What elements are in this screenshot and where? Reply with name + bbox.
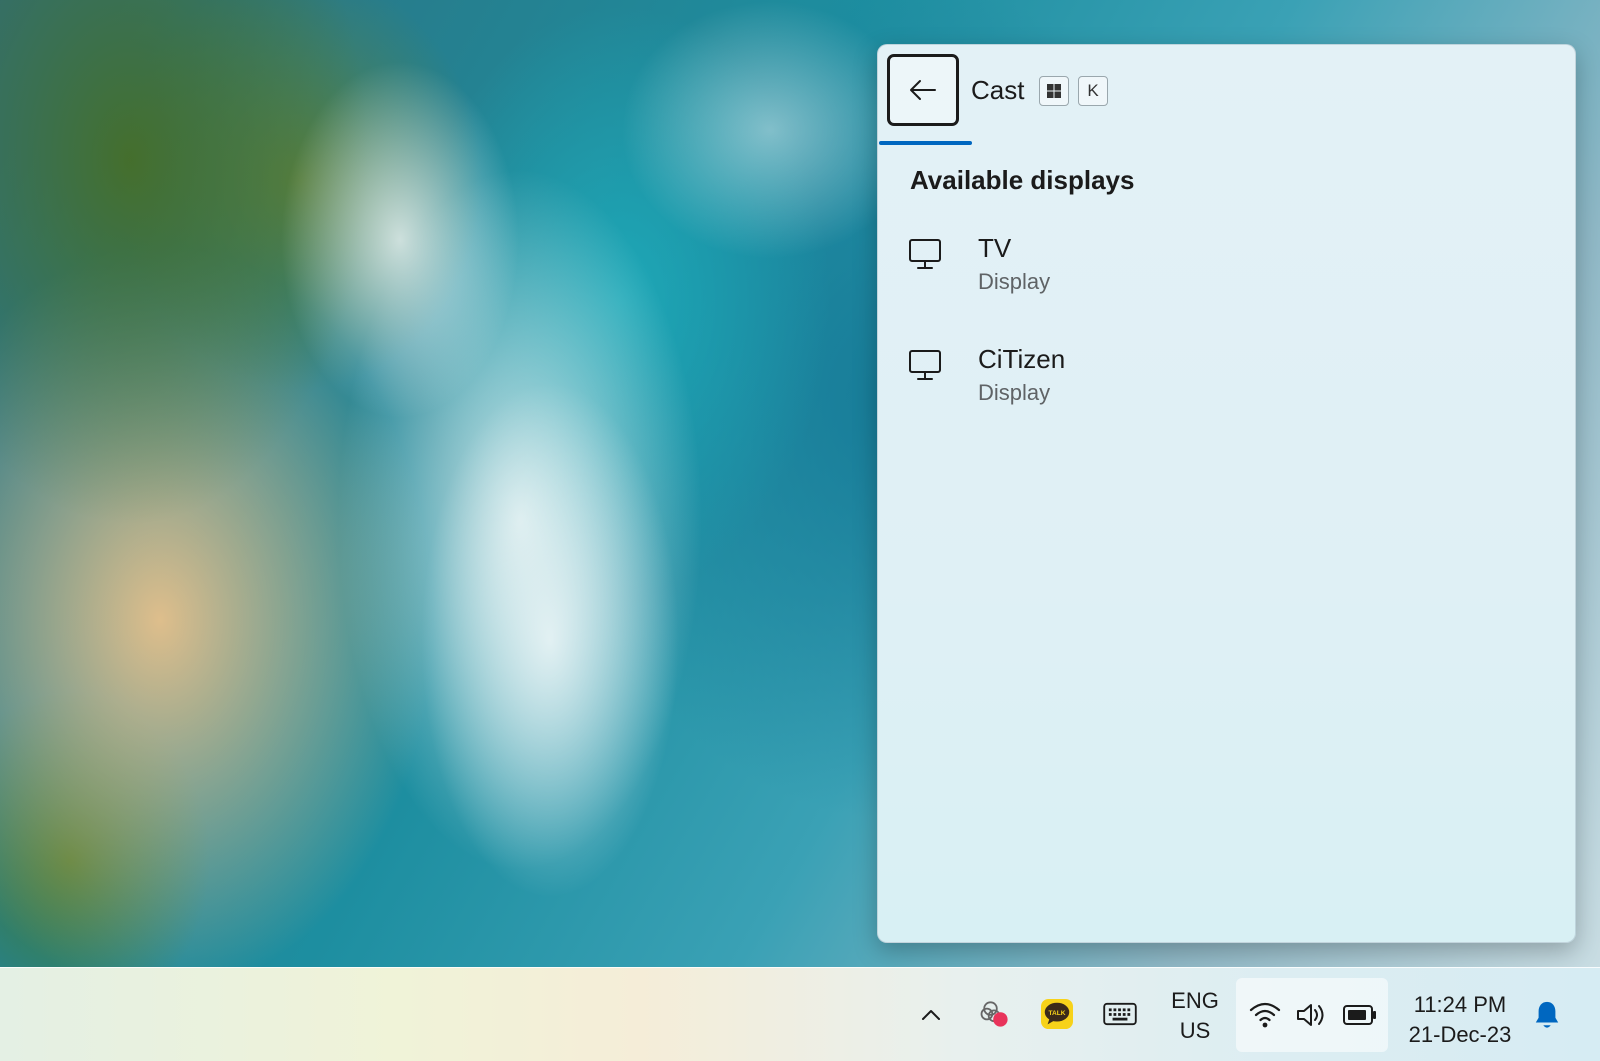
input-language-button[interactable]: ENG US	[1160, 988, 1230, 1044]
monitor-icon	[909, 239, 941, 269]
device-item-citizen[interactable]: CiTizen Display	[908, 344, 1548, 436]
notification-center-button[interactable]	[1530, 996, 1564, 1034]
tray-app-button[interactable]	[975, 994, 1015, 1034]
language-region: US	[1179, 1018, 1211, 1043]
notification-bell-icon	[1535, 1001, 1559, 1028]
k-key: K	[1078, 76, 1108, 106]
wave-foam	[620, 0, 920, 260]
kakaotalk-button[interactable]: TALK	[1038, 996, 1076, 1032]
show-hidden-icons-button[interactable]	[912, 996, 950, 1034]
kakaotalk-icon: TALK	[1041, 998, 1073, 1030]
arrow-left-icon	[910, 80, 936, 100]
clock-date: 21-Dec-23	[1408, 1022, 1512, 1047]
cast-header: Cast K	[878, 45, 1575, 145]
device-name: CiTizen	[978, 344, 1066, 374]
windows-key-icon	[1039, 76, 1069, 106]
back-button[interactable]	[887, 54, 959, 126]
quick-settings-button[interactable]	[1236, 978, 1388, 1052]
touch-keyboard-icon	[1103, 1002, 1137, 1026]
wifi-icon	[1249, 1002, 1281, 1028]
volume-icon	[1297, 1004, 1324, 1026]
wave-foam	[420, 380, 680, 900]
device-type: Display	[978, 269, 1051, 294]
language-code: ENG	[1171, 988, 1219, 1013]
cast-flyout: Cast K Available displays TV Display CiT…	[877, 44, 1576, 943]
chevron-up-icon	[922, 1010, 940, 1020]
device-type: Display	[978, 380, 1051, 405]
clock-button[interactable]: 11:24 PM 21-Dec-23	[1400, 990, 1520, 1050]
talk-badge: TALK	[1048, 1010, 1065, 1017]
monitor-icon	[909, 350, 941, 380]
wave-foam	[280, 60, 520, 420]
available-displays-heading: Available displays	[910, 165, 1135, 195]
touch-keyboard-button[interactable]	[1100, 996, 1140, 1032]
device-name: TV	[978, 233, 1012, 263]
app-icon	[980, 1001, 1008, 1027]
clock-time: 11:24 PM	[1413, 992, 1507, 1017]
cast-title: Cast	[971, 75, 1025, 105]
device-item-tv[interactable]: TV Display	[908, 233, 1548, 325]
battery-icon	[1343, 1005, 1376, 1025]
taskbar: TALK ENG US 11:24 PM 21-Dec-23	[0, 967, 1600, 1061]
accent-underline	[879, 141, 972, 145]
